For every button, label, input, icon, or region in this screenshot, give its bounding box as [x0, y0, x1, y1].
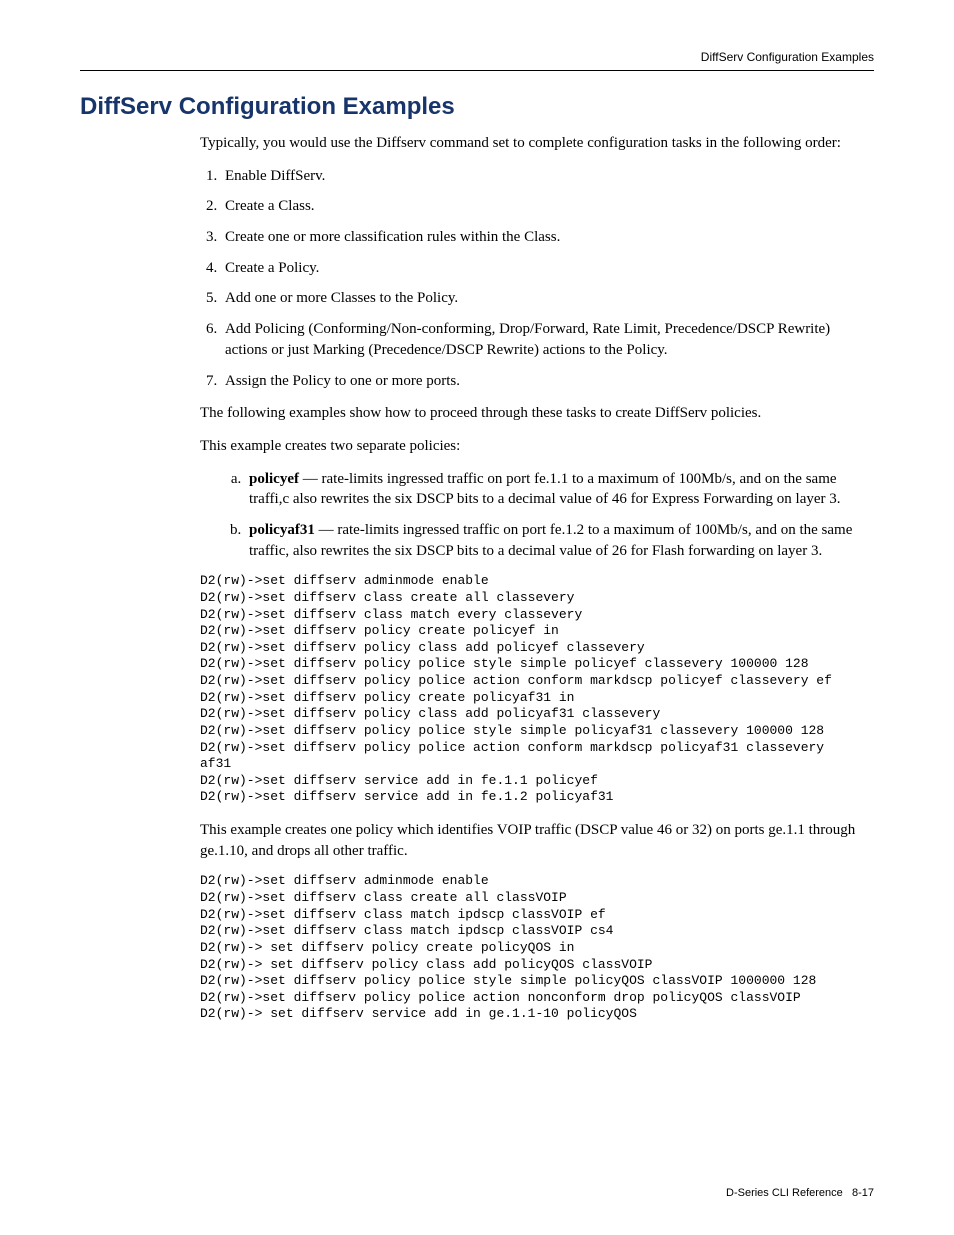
code-listing: D2(rw)->set diffserv adminmode enable D2…	[200, 873, 874, 1023]
footer-doc-title: D-Series CLI Reference	[726, 1187, 843, 1199]
step-item: Create one or more classification rules …	[221, 227, 874, 248]
policy-desc: — rate-limits ingressed traffic on port …	[249, 471, 841, 508]
paragraph: This example creates one policy which id…	[200, 820, 874, 861]
step-item: Create a Class.	[221, 196, 874, 217]
intro-paragraph: Typically, you would use the Diffserv co…	[200, 133, 874, 154]
code-listing: D2(rw)->set diffserv adminmode enable D2…	[200, 573, 874, 806]
footer-page-number: 8-17	[852, 1187, 874, 1199]
page: DiffServ Configuration Examples DiffServ…	[0, 0, 954, 1235]
body-text: This example creates one policy which id…	[200, 820, 874, 861]
step-item: Add one or more Classes to the Policy.	[221, 288, 874, 309]
policy-name: policyaf31	[249, 522, 315, 538]
code-block-1: D2(rw)->set diffserv adminmode enable D2…	[200, 573, 874, 806]
page-footer: D-Series CLI Reference 8-17	[726, 1187, 874, 1199]
code-block-2: D2(rw)->set diffserv adminmode enable D2…	[200, 873, 874, 1023]
step-item: Add Policing (Conforming/Non-conforming,…	[221, 319, 874, 360]
policy-list: policyef — rate-limits ingressed traffic…	[224, 469, 874, 562]
policy-item: policyaf31 — rate-limits ingressed traff…	[245, 520, 874, 561]
section-title: DiffServ Configuration Examples	[80, 93, 874, 121]
policy-desc: — rate-limits ingressed traffic on port …	[249, 522, 852, 559]
running-head: DiffServ Configuration Examples	[80, 50, 874, 71]
body-text: Typically, you would use the Diffserv co…	[200, 133, 874, 561]
paragraph: The following examples show how to proce…	[200, 403, 874, 424]
policy-item: policyef — rate-limits ingressed traffic…	[245, 469, 874, 510]
step-item: Enable DiffServ.	[221, 166, 874, 187]
paragraph: This example creates two separate polici…	[200, 436, 874, 457]
step-item: Create a Policy.	[221, 258, 874, 279]
step-item: Assign the Policy to one or more ports.	[221, 371, 874, 392]
steps-list: Enable DiffServ. Create a Class. Create …	[200, 166, 874, 392]
policy-name: policyef	[249, 471, 299, 487]
